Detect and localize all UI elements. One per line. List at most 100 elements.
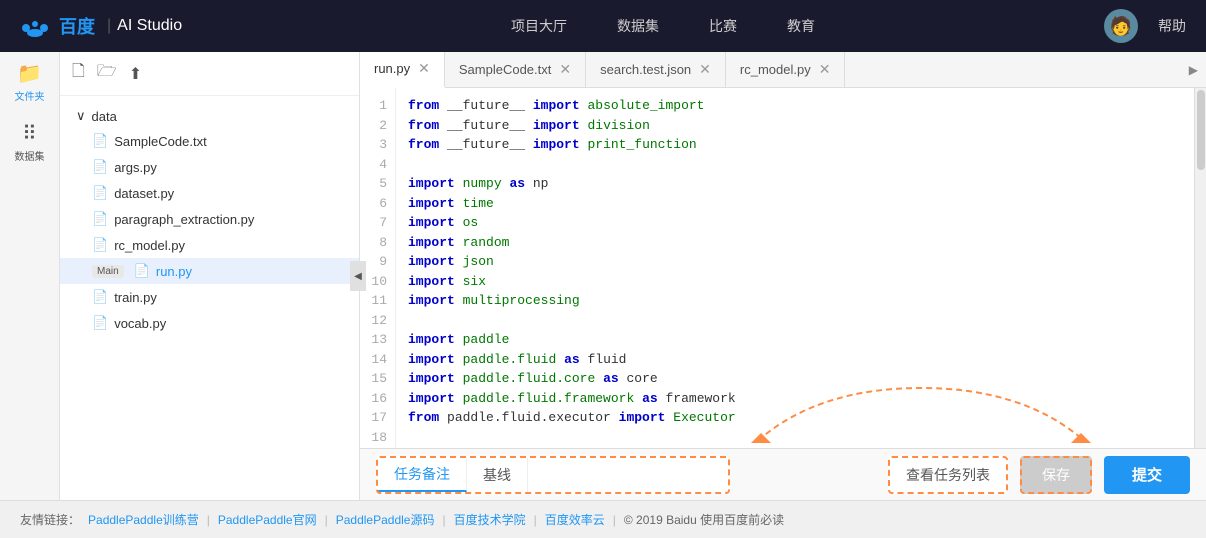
upload-icon[interactable]: ⬆: [129, 64, 142, 84]
tab-samplecode-close[interactable]: ✕: [559, 61, 571, 78]
file-panel: 🗋 🗁 ⬆ ∨ data 📄 SampleCode.txt 📄 args.py …: [60, 52, 360, 500]
tab-run-py-label: run.py: [374, 61, 410, 76]
line-num: 6: [360, 194, 395, 214]
avatar[interactable]: 🧑: [1104, 9, 1138, 43]
grid-icon: ⠿: [22, 121, 37, 146]
logo-separator: |: [107, 17, 111, 35]
footer-sep: |: [207, 513, 210, 527]
collapse-panel-arrow[interactable]: ◀: [350, 261, 366, 291]
line-num: 11: [360, 291, 395, 311]
logo-ai-studio: AI Studio: [117, 17, 182, 35]
list-item[interactable]: 📄 args.py: [60, 154, 359, 180]
file-icon-samplecode: 📄: [92, 133, 108, 149]
sidebar-item-files[interactable]: 📁 文件夹: [10, 62, 50, 102]
tab-rc-model[interactable]: rc_model.py ✕: [726, 52, 846, 88]
list-item[interactable]: Main 📄 run.py: [60, 258, 359, 284]
footer-link-paddlesource[interactable]: PaddlePaddle源码: [336, 511, 435, 528]
file-icon-paragraph: 📄: [92, 211, 108, 227]
folder-data[interactable]: ∨ data: [60, 104, 359, 128]
line-num: 5: [360, 174, 395, 194]
line-num: 3: [360, 135, 395, 155]
editor-tabs: run.py ✕ SampleCode.txt ✕ search.test.js…: [360, 52, 1206, 88]
tab-run-py[interactable]: run.py ✕: [360, 52, 445, 88]
footer-copyright: © 2019 Baidu 使用百度前必读: [624, 511, 784, 528]
help-link[interactable]: 帮助: [1158, 16, 1186, 36]
logo-baidu: 百度: [20, 13, 95, 39]
list-item[interactable]: 📄 vocab.py: [60, 310, 359, 336]
file-name-run: run.py: [156, 264, 192, 279]
file-name-args: args.py: [114, 160, 157, 175]
logo: 百度 | AI Studio: [20, 13, 182, 39]
file-tree: ∨ data 📄 SampleCode.txt 📄 args.py 📄 data…: [60, 96, 359, 500]
task-input-area: 任务备注 基线: [376, 456, 730, 494]
file-toolbar: 🗋 🗁 ⬆: [60, 52, 359, 96]
file-name-dataset: dataset.py: [114, 186, 174, 201]
tab-rc-model-close[interactable]: ✕: [819, 61, 831, 78]
line-num: 16: [360, 389, 395, 409]
nav-education[interactable]: 教育: [787, 16, 815, 36]
file-icon-args: 📄: [92, 159, 108, 175]
editor-area: ◀ run.py ✕ SampleCode.txt ✕ search.test.…: [360, 52, 1206, 500]
tab-run-py-close[interactable]: ✕: [418, 60, 430, 77]
new-file-icon[interactable]: 🗋: [72, 60, 85, 87]
new-folder-icon[interactable]: 🗁: [97, 60, 117, 87]
main-layout: 📁 文件夹 ⠿ 数据集 🗋 🗁 ⬆ ∨ data 📄 SampleCode.tx…: [0, 52, 1206, 500]
file-name-train: train.py: [114, 290, 157, 305]
sidebar: 📁 文件夹 ⠿ 数据集: [0, 52, 60, 500]
scrollbar-thumb[interactable]: [1197, 90, 1205, 170]
line-num: 4: [360, 155, 395, 175]
line-num: 18: [360, 428, 395, 448]
list-item[interactable]: 📄 train.py: [60, 284, 359, 310]
footer-sep: |: [325, 513, 328, 527]
line-num: 2: [360, 116, 395, 136]
tab-samplecode[interactable]: SampleCode.txt ✕: [445, 52, 586, 88]
line-num: 14: [360, 350, 395, 370]
footer-link-paddleofficial[interactable]: PaddlePaddle官网: [218, 511, 317, 528]
sidebar-item-datasets[interactable]: ⠿ 数据集: [10, 122, 50, 162]
tab-rc-model-label: rc_model.py: [740, 62, 811, 77]
file-icon-rcmodel: 📄: [92, 237, 108, 253]
code-content[interactable]: from __future__ import absolute_import f…: [396, 88, 1194, 448]
main-badge: Main: [92, 265, 124, 278]
footer-link-baidutechacademy[interactable]: 百度技术学院: [454, 511, 526, 528]
editor-scrollbar[interactable]: [1194, 88, 1206, 448]
file-icon-run: 📄: [134, 263, 150, 279]
tab-search-test-close[interactable]: ✕: [699, 61, 711, 78]
footer-sep: |: [534, 513, 537, 527]
code-editor[interactable]: 1 2 3 4 5 6 7 8 9 10 11 12 13 14 15 16 1…: [360, 88, 1206, 448]
line-num: 1: [360, 96, 395, 116]
tab-scroll-right[interactable]: ▶: [1181, 63, 1206, 77]
task-notes-input[interactable]: [528, 458, 728, 492]
bottom-toolbar: 任务备注 基线 查看任务列表 保存 提交: [360, 448, 1206, 500]
list-item[interactable]: 📄 SampleCode.txt: [60, 128, 359, 154]
nav-links: 项目大厅 数据集 比赛 教育: [222, 16, 1104, 36]
folder-icon: 📁: [17, 61, 42, 86]
line-num: 8: [360, 233, 395, 253]
list-item[interactable]: 📄 rc_model.py: [60, 232, 359, 258]
baseline-tab[interactable]: 基线: [467, 458, 528, 492]
file-icon-dataset: 📄: [92, 185, 108, 201]
footer-prefix: 友情链接：: [20, 511, 80, 528]
footer-link-baiduefficiency[interactable]: 百度效率云: [545, 511, 605, 528]
file-name-vocab: vocab.py: [114, 316, 166, 331]
submit-button[interactable]: 提交: [1104, 456, 1190, 494]
list-item[interactable]: 📄 paragraph_extraction.py: [60, 206, 359, 232]
task-notes-tab[interactable]: 任务备注: [378, 458, 467, 492]
line-num: 17: [360, 408, 395, 428]
sidebar-label-files: 文件夹: [15, 88, 45, 103]
topnav: 百度 | AI Studio 项目大厅 数据集 比赛 教育 🧑 帮助: [0, 0, 1206, 52]
nav-datasets[interactable]: 数据集: [617, 16, 659, 36]
file-name-paragraph: paragraph_extraction.py: [114, 212, 254, 227]
footer-sep: |: [613, 513, 616, 527]
line-num: 15: [360, 369, 395, 389]
nav-competition[interactable]: 比赛: [709, 16, 737, 36]
footer-link-paddletraining[interactable]: PaddlePaddle训练营: [88, 511, 199, 528]
save-button[interactable]: 保存: [1020, 456, 1092, 494]
list-item[interactable]: 📄 dataset.py: [60, 180, 359, 206]
nav-projects[interactable]: 项目大厅: [511, 16, 567, 36]
file-name-rcmodel: rc_model.py: [114, 238, 185, 253]
view-task-list-button[interactable]: 查看任务列表: [888, 456, 1008, 494]
tab-search-test[interactable]: search.test.json ✕: [586, 52, 726, 88]
sidebar-label-datasets: 数据集: [15, 148, 45, 163]
file-icon-train: 📄: [92, 289, 108, 305]
